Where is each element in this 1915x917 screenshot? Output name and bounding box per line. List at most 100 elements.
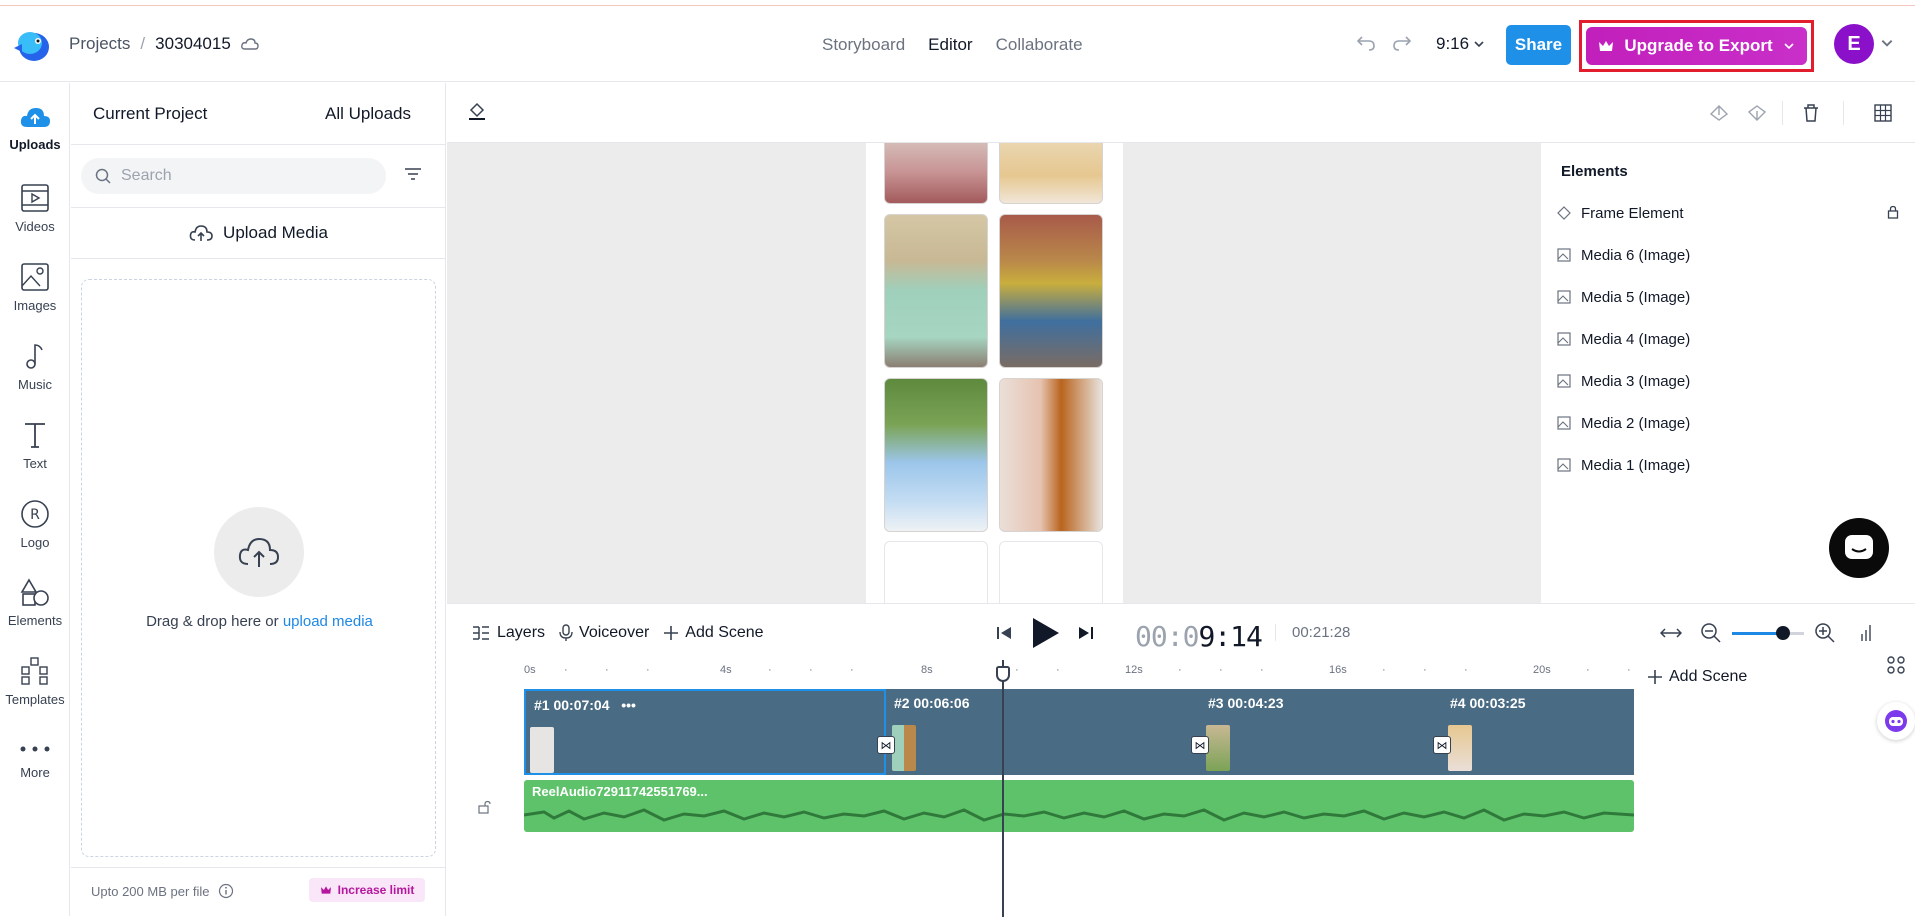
rail-label: Images xyxy=(14,298,57,313)
skip-forward-icon[interactable] xyxy=(1077,624,1095,642)
rail-videos[interactable]: Videos xyxy=(0,183,70,234)
fill-bucket-icon[interactable] xyxy=(468,101,486,121)
dropzone[interactable]: Drag & drop here or upload media xyxy=(81,279,436,857)
timeline-ruler[interactable]: 0s · · · 4s · · · 8s · · 12s · · · 16s ·… xyxy=(524,664,1584,680)
element-row[interactable]: Media 2 (Image) xyxy=(1557,411,1907,435)
app-logo-icon[interactable] xyxy=(12,26,52,66)
undo-icon[interactable] xyxy=(1356,32,1376,52)
add-scene-button[interactable]: Add Scene xyxy=(663,624,763,642)
layers-button[interactable]: Layers xyxy=(471,624,545,642)
dropzone-upload-icon[interactable] xyxy=(214,507,304,597)
canvas-toolbar xyxy=(447,83,1915,143)
element-row[interactable]: Media 5 (Image) xyxy=(1557,285,1907,309)
skip-back-icon[interactable] xyxy=(995,624,1013,642)
layer-up-icon[interactable] xyxy=(1709,103,1729,123)
element-row[interactable]: Media 6 (Image) xyxy=(1557,243,1907,267)
lock-icon[interactable] xyxy=(1887,205,1899,219)
audio-track[interactable]: ReelAudio72911742551769... xyxy=(524,780,1634,832)
upload-media-link[interactable]: upload media xyxy=(283,613,373,630)
voiceover-button[interactable]: Voiceover xyxy=(559,624,649,642)
media-image[interactable] xyxy=(884,378,988,532)
playhead-handle[interactable] xyxy=(996,666,1010,682)
redo-icon[interactable] xyxy=(1392,32,1412,52)
rail-music[interactable]: Music xyxy=(0,341,70,392)
scene-clip-1[interactable]: #1 00:07:04 ••• xyxy=(524,689,886,775)
media-image[interactable] xyxy=(999,214,1103,368)
search-input[interactable] xyxy=(121,167,361,185)
transition-icon[interactable]: ⋈ xyxy=(1191,736,1209,754)
layers-icon xyxy=(471,624,491,642)
search-icon xyxy=(95,168,111,184)
zoom-in-icon[interactable] xyxy=(1814,622,1836,644)
ruler-tick: 8s xyxy=(921,664,933,676)
transition-icon[interactable]: ⋈ xyxy=(1433,736,1451,754)
element-label: Media 2 (Image) xyxy=(1581,415,1690,432)
add-scene-timeline-button[interactable]: Add Scene xyxy=(1647,668,1747,686)
breadcrumb-projects[interactable]: Projects xyxy=(69,34,130,54)
transition-icon[interactable]: ⋈ xyxy=(877,736,895,754)
zoom-out-icon[interactable] xyxy=(1700,622,1722,644)
media-placeholder[interactable] xyxy=(999,541,1103,603)
media-image[interactable] xyxy=(884,214,988,368)
share-button[interactable]: Share xyxy=(1506,25,1571,65)
upload-limit: Upto 200 MB per file xyxy=(91,883,234,899)
avatar[interactable]: E xyxy=(1834,24,1874,64)
media-image[interactable] xyxy=(999,143,1103,204)
element-row[interactable]: Media 1 (Image) xyxy=(1557,453,1907,477)
trash-icon[interactable] xyxy=(1802,103,1820,123)
project-name[interactable]: 30304015 xyxy=(155,34,231,54)
scene-clip-4[interactable]: #4 00:03:25 xyxy=(1442,689,1634,775)
rail-elements[interactable]: Elements xyxy=(0,577,70,628)
scene-label: #3 00:04:23 xyxy=(1208,695,1284,711)
video-frame[interactable] xyxy=(866,143,1123,603)
playhead[interactable] xyxy=(1002,660,1004,917)
rail-templates[interactable]: Templates xyxy=(0,656,70,707)
tab-all-uploads[interactable]: All Uploads xyxy=(325,104,411,124)
assistant-button[interactable] xyxy=(1877,702,1915,740)
unlock-icon[interactable] xyxy=(477,800,491,814)
scene-thumbnail xyxy=(1448,725,1472,771)
chevron-down-icon[interactable] xyxy=(1880,36,1894,50)
element-row[interactable]: Media 4 (Image) xyxy=(1557,327,1907,351)
rail-uploads[interactable]: Uploads xyxy=(0,105,70,152)
columns-icon[interactable] xyxy=(1860,624,1874,642)
element-row[interactable]: Media 3 (Image) xyxy=(1557,369,1907,393)
editor-canvas[interactable] xyxy=(447,143,1541,603)
rail-logo[interactable]: R Logo xyxy=(0,499,70,550)
chat-support-button[interactable] xyxy=(1829,518,1889,578)
layer-down-icon[interactable] xyxy=(1747,103,1767,123)
tab-collaborate[interactable]: Collaborate xyxy=(996,35,1083,55)
scene-label-text: #1 00:07:04 xyxy=(534,697,610,713)
side-apps-button[interactable] xyxy=(1877,646,1915,684)
media-placeholder[interactable] xyxy=(884,541,988,603)
aspect-ratio-select[interactable]: 9:16 xyxy=(1436,34,1485,54)
rail-label: Logo xyxy=(21,535,50,550)
image-icon xyxy=(1557,416,1571,430)
zoom-slider[interactable] xyxy=(1732,632,1804,635)
play-icon[interactable] xyxy=(1029,616,1061,650)
tab-editor[interactable]: Editor xyxy=(928,35,972,55)
upload-media-button[interactable]: Upload Media xyxy=(71,207,446,259)
info-icon[interactable] xyxy=(218,883,234,899)
rail-text[interactable]: Text xyxy=(0,420,70,471)
upgrade-to-export-button[interactable]: Upgrade to Export xyxy=(1586,27,1807,65)
filter-icon[interactable] xyxy=(404,166,422,182)
scene-clip-3[interactable]: #3 00:04:23 xyxy=(1200,689,1442,775)
tab-storyboard[interactable]: Storyboard xyxy=(822,35,905,55)
media-image[interactable] xyxy=(999,378,1103,532)
shapes-icon xyxy=(20,577,50,607)
scene-options-icon[interactable]: ••• xyxy=(621,697,636,713)
upgrade-highlight: Upgrade to Export xyxy=(1579,20,1814,72)
current-time-dim: 00:0 xyxy=(1135,620,1198,653)
grid-icon[interactable] xyxy=(1874,104,1892,122)
fit-width-icon[interactable] xyxy=(1660,626,1682,640)
rail-images[interactable]: Images xyxy=(0,262,70,313)
media-image[interactable] xyxy=(884,143,988,204)
element-row[interactable]: Frame Element xyxy=(1557,201,1907,225)
tab-current-project[interactable]: Current Project xyxy=(93,104,207,124)
scene-clip-2[interactable]: #2 00:06:06 xyxy=(886,689,1200,775)
ruler-dot: · xyxy=(1586,664,1590,676)
zoom-slider-knob[interactable] xyxy=(1776,626,1790,640)
rail-more[interactable]: More xyxy=(0,739,70,780)
increase-limit-button[interactable]: Increase limit xyxy=(309,878,425,902)
